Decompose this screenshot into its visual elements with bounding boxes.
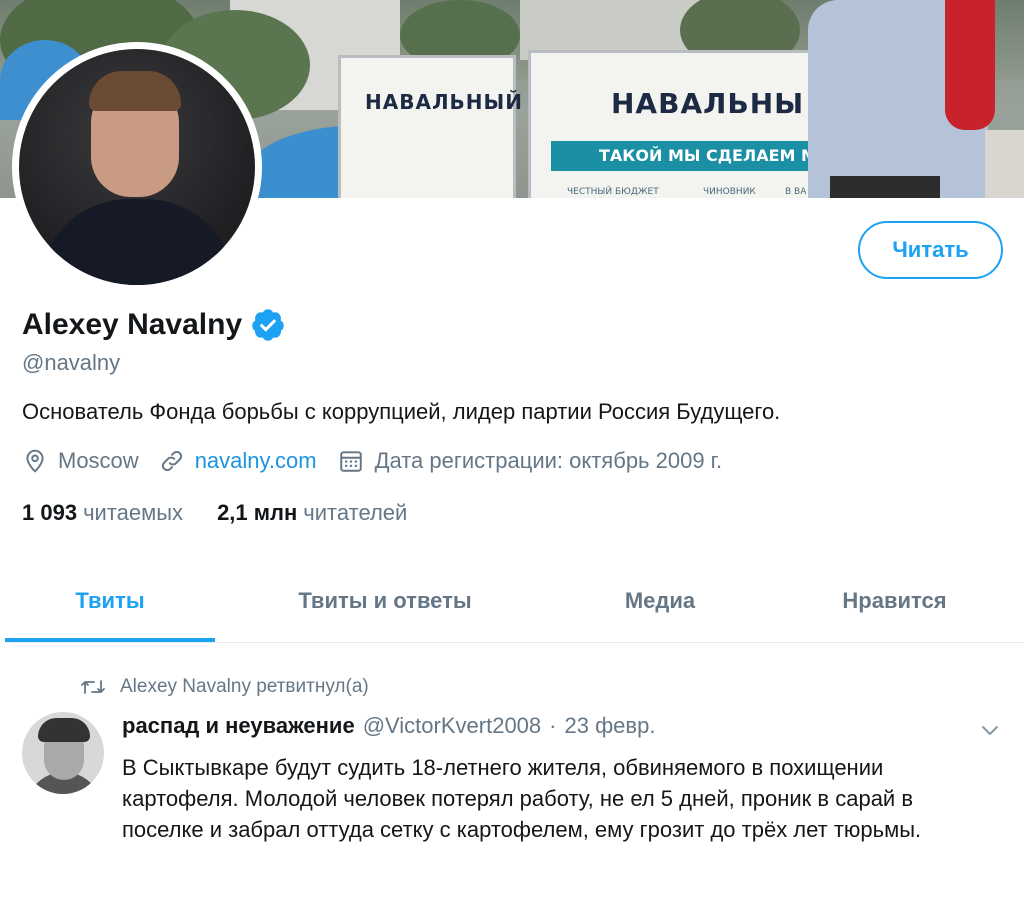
tweet-date[interactable]: 23 февр. [564, 713, 655, 739]
profile-location-text: Moscow [58, 448, 139, 473]
banner-panel-foot: В ВА [785, 187, 807, 197]
banner-panel-foot: ЧИНОВНИК [703, 187, 756, 197]
following-stat[interactable]: 1 093 читаемых [22, 500, 183, 526]
banner-person-belt [830, 176, 940, 198]
profile-location: Moscow [22, 448, 139, 474]
banner-wall [985, 130, 1024, 198]
followers-count: 2,1 млн [217, 500, 298, 525]
tweet-author-avatar[interactable] [22, 712, 104, 794]
tab-likes[interactable]: Нравится [765, 560, 1024, 642]
banner-panel-left: НАВАЛЬНЫЙ [338, 55, 522, 198]
profile-meta: Moscow navalny.com Дата регистрации: окт… [22, 448, 742, 474]
verified-badge-icon [252, 309, 284, 341]
profile-stats: 1 093 читаемых 2,1 млн читателей [22, 500, 441, 526]
banner-panel-right-text: НАВАЛЬНЫ [611, 87, 805, 120]
profile-website[interactable]: navalny.com [159, 448, 317, 474]
follow-button[interactable]: Читать [858, 221, 1003, 279]
tab-tweets-and-replies[interactable]: Твиты и ответы [215, 560, 555, 642]
link-icon [161, 450, 182, 472]
profile-bio: Основатель Фонда борьбы с коррупцией, ли… [22, 399, 781, 424]
tab-media[interactable]: Медиа [555, 560, 765, 642]
banner-red-flag [945, 0, 995, 130]
tweet-avatar-hair [38, 718, 90, 742]
tweet-separator: · [549, 713, 557, 738]
tweet-text: В Сыктывкаре будут судить 18-летнего жит… [122, 755, 922, 842]
retweet-label[interactable]: Alexey Navalny ретвитнул(а) [120, 676, 369, 698]
tab-tweets[interactable]: Твиты [5, 560, 215, 642]
followers-label: читателей [303, 500, 408, 525]
profile-name: Alexey Navalny [22, 308, 243, 341]
calendar-icon [339, 451, 362, 472]
location-pin-icon [26, 449, 44, 473]
profile-avatar-image [19, 49, 255, 285]
followers-stat[interactable]: 2,1 млн читателей [217, 500, 407, 526]
following-label: читаемых [83, 500, 184, 525]
banner-panel-foot: ЧЕСТНЫЙ БЮДЖЕТ [567, 187, 659, 197]
tabs-divider [5, 642, 1024, 643]
profile-joined: Дата регистрации: октябрь 2009 г. [337, 448, 723, 474]
tweet-author-handle[interactable]: @VictorKvert2008 [363, 713, 541, 739]
profile-joined-text: Дата регистрации: октябрь 2009 г. [374, 448, 723, 473]
avatar-hair [89, 71, 181, 111]
profile-tabs: Твиты Твиты и ответы Медиа Нравится [5, 560, 1024, 642]
profile-handle: @navalny [22, 350, 121, 375]
banner-panel-left-text: НАВАЛЬНЫЙ [365, 90, 523, 114]
tweet-header: распад и неуважение @VictorKvert2008 · 2… [122, 713, 655, 739]
tweet-author-name[interactable]: распад и неуважение [122, 713, 355, 739]
following-count: 1 093 [22, 500, 78, 525]
chevron-down-icon[interactable] [978, 718, 1002, 742]
profile-website-link[interactable]: navalny.com [195, 448, 317, 474]
profile-name-row: Alexey Navalny [22, 307, 286, 343]
avatar-body [39, 199, 235, 285]
retweet-context: Alexey Navalny ретвитнул(а) [80, 676, 369, 698]
profile-avatar[interactable] [12, 42, 262, 292]
banner-panel-right: НАВАЛЬНЫ ТАКОЙ МЫ СДЕЛАЕМ МОСК ЧЕСТНЫЙ Б… [528, 50, 879, 198]
retweet-icon [81, 680, 105, 694]
